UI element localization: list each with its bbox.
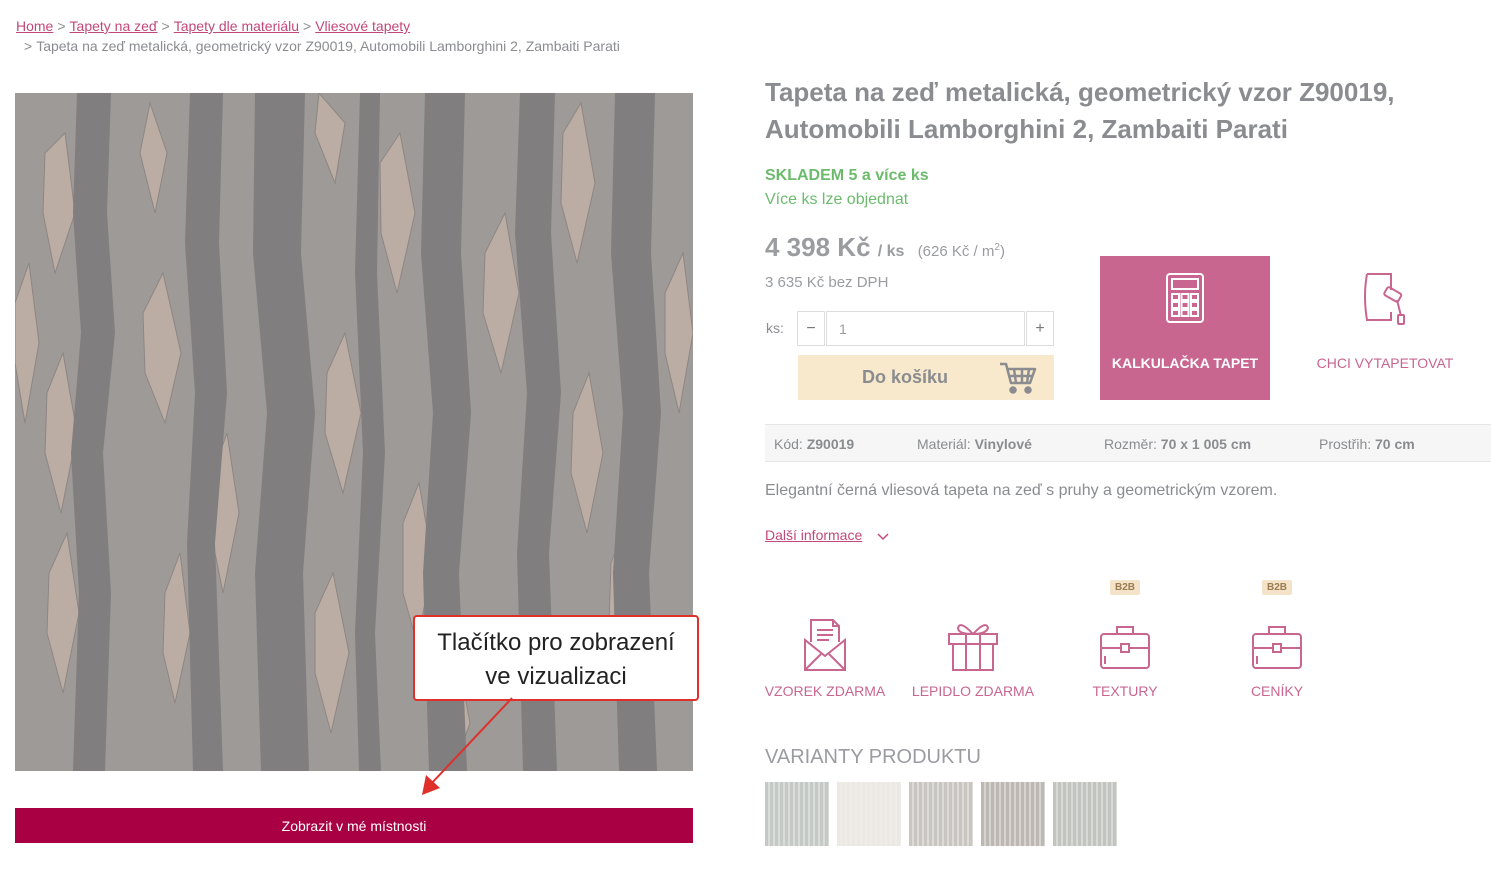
variants-title: VARIANTY PRODUKTU [765,746,981,768]
envelope-icon [755,580,895,672]
breadcrumb-separator: > [57,18,66,34]
price-value: 4 398 Kč [765,232,871,262]
quantity-input[interactable] [826,311,1025,346]
spec-code: Kód: Z90019 [774,436,855,452]
wallpapering-service-button[interactable]: CHCI VYTAPETOVAT [1300,256,1470,400]
stock-status: SKLADEM 5 a více ks [765,167,929,184]
breadcrumb-link-nonwoven[interactable]: Vliesové tapety [315,18,410,34]
price-per-m2: (626 Kč / m2) [917,242,1005,260]
more-info-link[interactable]: Další informace [765,527,862,543]
wallpaper-calculator-button[interactable]: KALKULAČKA TAPET [1100,256,1270,400]
variant-swatch[interactable] [765,782,829,846]
annotation-line-1: Tlačítko pro zobrazení [437,629,675,656]
b2b-badge: B2B [1261,580,1293,595]
wallpaper-calculator-label: KALKULAČKA TAPET [1111,355,1259,371]
product-description: Elegantní černá vliesová tapeta na zeď s… [765,482,1278,499]
textures-link[interactable]: B2B TEXTURY [1055,580,1195,699]
variant-swatch[interactable] [837,782,901,846]
breadcrumb-link-home[interactable]: Home [16,18,53,34]
wallpapering-service-label: CHCI VYTAPETOVAT [1316,355,1454,371]
free-sample-link[interactable]: VZOREK ZDARMA [755,580,895,699]
breadcrumb-current: Tapeta na zeď metalická, geometrický vzo… [36,38,620,54]
product-specs: Kód: Z90019 Materiál: Vinylové Rozměr: 7… [765,424,1491,462]
calculator-icon [1165,272,1205,329]
spec-material: Materiál: Vinylové [917,436,1032,452]
view-in-room-button[interactable]: Zobrazit v mé místnosti [15,808,693,843]
price-lists-label: CENÍKY [1250,683,1304,699]
variant-swatch[interactable] [909,782,973,846]
breadcrumb-separator: > [24,38,33,54]
spec-pattern-repeat: Prostřih: 70 cm [1319,436,1415,452]
textures-label: TEXTURY [1092,683,1158,699]
variant-swatch[interactable] [1053,782,1117,846]
quantity-increase-button[interactable]: + [1026,311,1054,346]
breadcrumb: Home > Tapety na zeď > Tapety dle materiálu >… [16,16,620,56]
variant-swatch[interactable] [981,782,1045,846]
price: 4 398 Kč / ks (626 Kč / m2) [765,232,1005,263]
price-unit: / ks [877,243,905,260]
breadcrumb-separator: > [161,18,170,34]
gift-icon [903,580,1043,672]
spec-size: Rozměr: 70 x 1 005 cm [1104,436,1252,452]
b2b-badge: B2B [1109,580,1141,595]
free-glue-label: LEPIDLO ZDARMA [911,683,1035,699]
free-glue-link[interactable]: LEPIDLO ZDARMA [903,580,1043,699]
breadcrumb-separator: > [303,18,312,34]
paint-roller-icon [1361,270,1409,331]
add-to-cart-button[interactable]: Do košíku [798,355,1054,400]
free-sample-label: VZOREK ZDARMA [764,683,886,699]
chevron-down-icon[interactable] [877,529,889,547]
add-to-cart-label: Do košíku [862,367,949,387]
breadcrumb-link-wallpapers[interactable]: Tapety na zeď [70,18,158,34]
product-title: Tapeta na zeď metalická, geometrický vzo… [765,74,1465,148]
quantity-decrease-button[interactable]: − [797,311,825,346]
price-ex-vat: 3 635 Kč bez DPH [765,274,889,291]
stock-note: Více ks lze objednat [765,191,909,208]
price-lists-link[interactable]: B2B CENÍKY [1207,580,1347,699]
product-title-line-1: Tapeta na zeď metalická, geometrický vzo… [765,77,1395,107]
annotation-callout: Tlačítko pro zobrazení ve vizualizaci [413,615,699,701]
cart-icon [998,361,1038,400]
product-title-line-2: Automobili Lamborghini 2, Zambaiti Parat… [765,114,1288,144]
breadcrumb-link-by-material[interactable]: Tapety dle materiálu [174,18,299,34]
annotation-line-2: ve vizualizaci [485,663,627,690]
quantity-label: ks: [766,320,784,336]
